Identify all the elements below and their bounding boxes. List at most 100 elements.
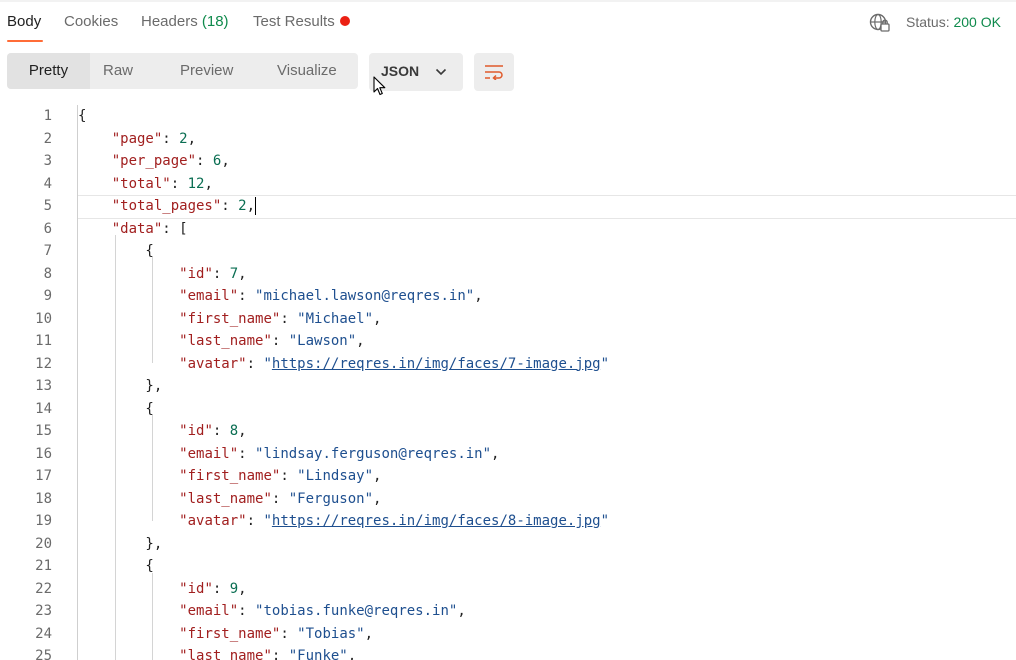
code-token: 2	[238, 198, 247, 214]
code-line: 19 "avatar": "https://reqres.in/img/face…	[0, 510, 1016, 533]
view-raw-button[interactable]: Raw	[103, 53, 133, 89]
code-token: "last_name"	[179, 648, 272, 660]
line-number: 14	[35, 400, 52, 417]
code-content: "last_name": "Lawson",	[78, 330, 364, 353]
code-content: {	[78, 398, 154, 421]
line-number: 21	[35, 558, 52, 574]
code-token: 12	[187, 175, 205, 192]
code-content: "email": "michael.lawson@reqres.in",	[78, 285, 482, 308]
line-number: 12	[35, 355, 52, 372]
code-token: 7	[229, 265, 239, 282]
code-line: 9 "email": "michael.lawson@reqres.in",	[0, 285, 1016, 308]
code-token: :	[246, 513, 264, 529]
code-token: :	[280, 468, 298, 484]
code-token: {	[78, 243, 154, 259]
code-token: {	[78, 400, 154, 417]
code-token: ,	[347, 648, 357, 660]
code-token: ,	[238, 265, 247, 282]
line-number: 9	[43, 288, 52, 304]
tab-headers-label: Headers	[141, 13, 198, 30]
code-token: :	[221, 198, 239, 214]
line-number: 15	[35, 423, 52, 439]
code-content: },	[78, 375, 162, 398]
code-token: 8	[229, 423, 239, 439]
code-token: "page"	[111, 130, 163, 147]
code-token: ,	[238, 580, 247, 597]
response-body-editor[interactable]: 1{2 "page": 2, 3 "per_page": 6, 4 "total":…	[0, 105, 1016, 660]
avatar-link[interactable]: https://reqres.in/img/faces/7-image.jpg	[272, 356, 601, 372]
code-token: "Ferguson"	[288, 490, 374, 507]
code-token: "total"	[111, 175, 171, 192]
tab-test-results[interactable]: Test Results	[253, 13, 350, 30]
globe-icon[interactable]	[869, 13, 891, 33]
code-token: "last_name"	[179, 333, 272, 349]
chevron-down-icon	[435, 68, 447, 76]
line-number: 2	[43, 130, 52, 147]
mouse-pointer-icon	[373, 76, 386, 96]
code-content: "email": "lindsay.ferguson@reqres.in",	[78, 443, 499, 466]
code-line: 15 "id": 8,	[0, 420, 1016, 443]
code-token: 9	[229, 580, 239, 597]
code-token: },	[78, 378, 163, 394]
code-token: ,	[457, 603, 466, 619]
code-token: ,	[373, 468, 382, 484]
code-content: },	[78, 533, 162, 556]
code-token: "total_pages"	[111, 198, 222, 214]
code-token: ,	[238, 423, 247, 439]
code-token: :	[246, 355, 264, 372]
code-token: :	[238, 288, 256, 304]
code-token: "avatar"	[179, 513, 247, 529]
code-content: "id": 8,	[78, 420, 247, 443]
wrap-lines-button[interactable]	[474, 53, 514, 91]
code-token: :	[271, 490, 289, 507]
code-token: :	[238, 603, 256, 619]
code-token: "	[263, 513, 272, 529]
tab-cookies[interactable]: Cookies	[64, 13, 118, 30]
code-line: 20 },	[0, 533, 1016, 556]
avatar-link[interactable]: https://reqres.in/img/faces/8-image.jpg	[272, 513, 601, 529]
code-token: "id"	[179, 265, 213, 282]
line-number: 13	[35, 378, 52, 394]
active-tab-indicator	[7, 40, 43, 42]
code-token: "data"	[111, 220, 163, 237]
code-token: "Funke"	[288, 648, 348, 660]
line-number: 25	[35, 648, 52, 660]
headers-count: (18)	[201, 13, 229, 30]
view-visualize-button[interactable]: Visualize	[277, 53, 337, 89]
code-token: "per_page"	[111, 153, 197, 169]
line-number: 1	[43, 108, 52, 124]
view-pretty-button[interactable]: Pretty	[7, 53, 90, 89]
code-token: :	[280, 625, 298, 642]
line-number: 8	[43, 265, 52, 282]
code-token: "Michael"	[297, 310, 374, 327]
code-token: ,	[491, 445, 500, 462]
code-line: 12 "avatar": "https://reqres.in/img/face…	[0, 353, 1016, 376]
code-token: :	[280, 310, 298, 327]
view-preview-button[interactable]: Preview	[180, 53, 233, 89]
status-code: 200 OK	[953, 14, 1001, 30]
code-line: 22 "id": 9,	[0, 578, 1016, 601]
code-token: ,	[246, 198, 256, 214]
tab-body[interactable]: Body	[7, 13, 41, 30]
code-line: 21 {	[0, 555, 1016, 578]
code-line: 16 "email": "lindsay.ferguson@reqres.in"…	[0, 443, 1016, 466]
wrap-lines-icon	[485, 65, 503, 80]
tab-headers[interactable]: Headers (18)	[141, 13, 229, 30]
code-token: :	[212, 265, 230, 282]
line-number: 19	[35, 513, 52, 529]
code-token: :	[238, 445, 256, 462]
code-line: 18 "last_name": "Ferguson",	[0, 488, 1016, 511]
code-token: "michael.lawson@reqres.in"	[255, 288, 475, 304]
line-number: 24	[35, 625, 52, 642]
code-token: ,	[221, 153, 230, 169]
code-content: "data": [	[78, 218, 188, 241]
